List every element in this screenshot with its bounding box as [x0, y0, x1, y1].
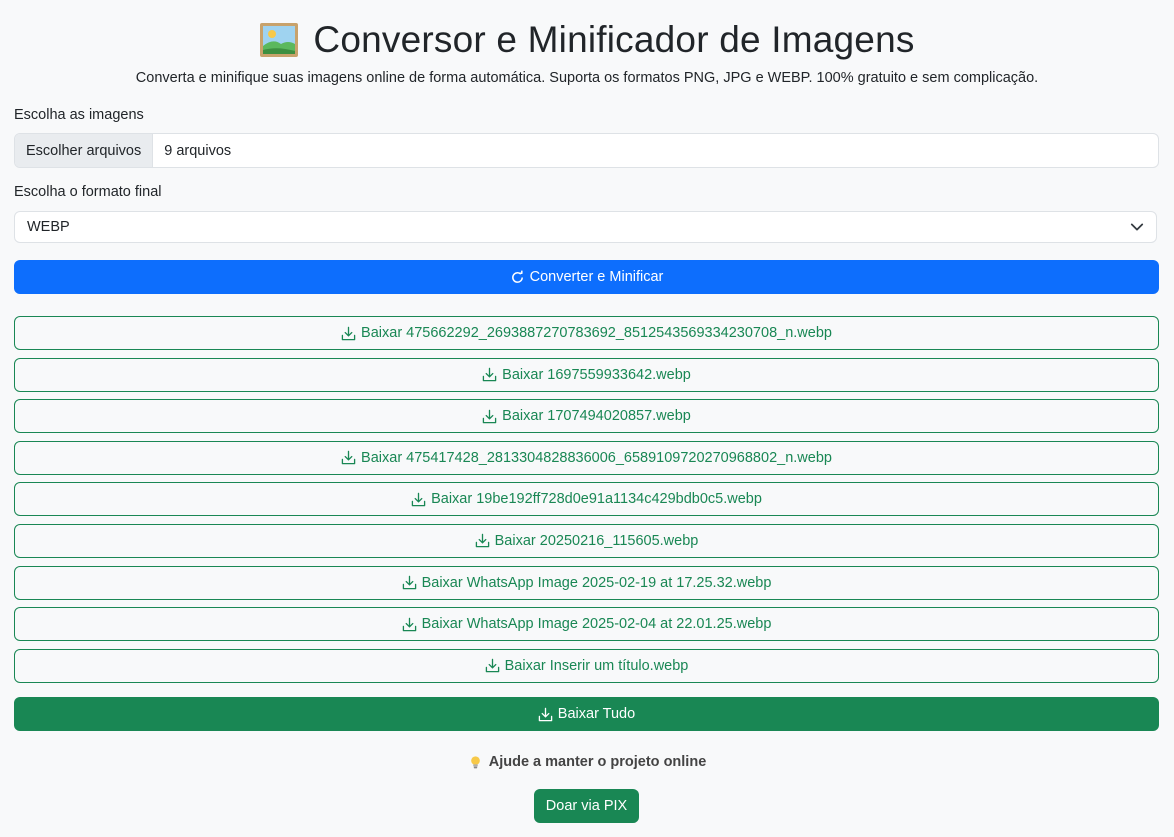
download-button-label: Baixar WhatsApp Image 2025-02-04 at 22.0…	[421, 616, 772, 633]
download-all-button[interactable]: Baixar Tudo	[14, 697, 1159, 731]
download-button-label: Baixar 1707494020857.webp	[502, 408, 691, 425]
download-button-label: Baixar Inserir um título.webp	[504, 657, 689, 674]
donate-pix-button[interactable]: Doar via PIX	[534, 789, 639, 823]
download-button[interactable]: Baixar 20250216_115605.webp	[14, 523, 1159, 558]
download-button[interactable]: Baixar Inserir um título.webp	[14, 648, 1159, 683]
page: Conversor e Minificador de Imagens Conve…	[0, 0, 1174, 837]
download-all-label: Baixar Tudo	[557, 706, 636, 722]
refresh-icon	[511, 270, 523, 283]
header: Conversor e Minificador de Imagens	[0, 18, 1174, 62]
file-input-label: Escolha as imagens	[14, 107, 144, 123]
file-input-value: 9 arquivos	[164, 142, 232, 159]
format-select[interactable]: WEBP	[14, 211, 1157, 243]
donate-text: Ajude a manter o projeto online	[488, 754, 707, 770]
download-icon	[411, 492, 426, 507]
download-button[interactable]: Baixar WhatsApp Image 2025-02-04 at 22.0…	[14, 607, 1159, 642]
download-button-label: Baixar 1697559933642.webp	[502, 366, 691, 383]
download-icon	[482, 409, 497, 423]
download-button[interactable]: Baixar 475417428_2813304828836006_658910…	[14, 440, 1159, 475]
convert-button[interactable]: Converter e Minificar	[14, 260, 1159, 294]
download-button-label: Baixar 475417428_2813304828836006_658910…	[361, 449, 832, 466]
chevron-down-icon	[1130, 223, 1144, 231]
download-button[interactable]: Baixar 1697559933642.webp	[14, 357, 1159, 392]
donate-message: Ajude a manter o projeto online	[0, 754, 1174, 770]
picture-icon	[260, 23, 299, 57]
format-select-value: WEBP	[27, 219, 70, 235]
page-subtitle: Converta e minifique suas imagens online…	[135, 70, 1039, 86]
download-button-label: Baixar WhatsApp Image 2025-02-19 at 17.2…	[421, 574, 772, 591]
download-button-label: Baixar 475662292_2693887270783692_851254…	[361, 325, 832, 341]
download-button-label: Baixar 19be192ff728d0e91a1134c429bdb0c5.…	[431, 491, 762, 508]
download-icon	[475, 534, 489, 548]
download-icon	[538, 707, 553, 721]
page-title: Conversor e Minificador de Imagens	[313, 19, 915, 60]
download-button-label: Baixar 20250216_115605.webp	[494, 532, 699, 549]
download-button[interactable]: Baixar 19be192ff728d0e91a1134c429bdb0c5.…	[14, 482, 1159, 517]
download-button[interactable]: Baixar 475662292_2693887270783692_851254…	[14, 316, 1159, 350]
download-icon	[485, 659, 499, 673]
download-button[interactable]: Baixar 1707494020857.webp	[14, 399, 1159, 434]
download-icon	[341, 326, 356, 340]
convert-button-label: Converter e Minificar	[529, 269, 664, 285]
file-input[interactable]: Escolher arquivos 9 arquivos	[14, 133, 1159, 168]
format-select-label: Escolha o formato final	[14, 184, 162, 200]
download-list: Baixar 475662292_2693887270783692_851254…	[14, 316, 1159, 690]
download-icon	[402, 575, 416, 590]
download-icon	[482, 367, 497, 382]
download-button[interactable]: Baixar WhatsApp Image 2025-02-19 at 17.2…	[14, 565, 1159, 600]
choose-files-button[interactable]: Escolher arquivos	[15, 134, 154, 167]
download-icon	[341, 451, 356, 465]
lightbulb-icon	[470, 755, 480, 768]
download-icon	[402, 617, 416, 631]
